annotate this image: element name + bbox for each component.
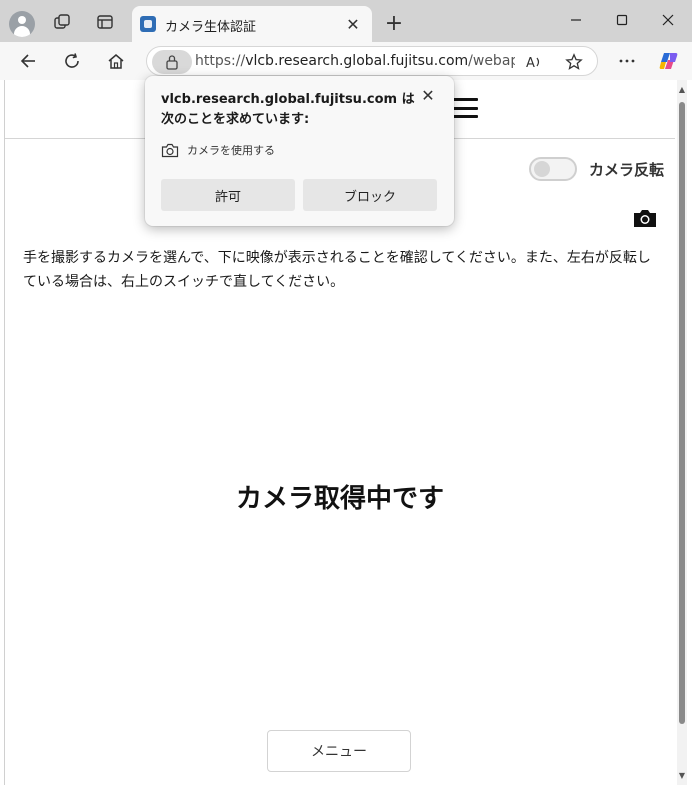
block-button[interactable]: ブロック [303,179,437,211]
window-close-icon[interactable] [645,5,691,35]
camera-flip-toggle-group: カメラ反転 [529,157,664,181]
menu-button[interactable]: メニュー [267,730,411,772]
maximize-icon[interactable] [599,5,645,35]
more-options-icon[interactable] [613,47,641,75]
camera-flip-label: カメラ反転 [589,160,665,179]
favorite-star-icon[interactable] [563,51,585,73]
address-bar[interactable]: https://vlcb.research.global.fujitsu.com… [146,46,598,76]
minimize-icon[interactable] [553,5,599,35]
active-tab[interactable]: カメラ生体認証 ✕ [132,6,372,42]
camera-status-text: カメラ取得中です [235,484,444,514]
profile-avatar-icon[interactable] [9,11,35,37]
read-aloud-icon[interactable]: A [523,51,545,73]
popup-title: vlcb.research.global.fujitsu.com は次のことを求… [161,92,415,127]
camera-icon[interactable] [632,208,658,228]
popup-close-icon[interactable]: ✕ [417,84,439,106]
instruction-text: 手を撮影するカメラを選んで、下に映像が表示されることを確認してください。また、左… [23,250,651,290]
back-arrow-icon[interactable] [14,47,42,75]
camera-outline-icon [161,143,179,157]
vertical-scrollbar[interactable]: ▲ ▼ [677,80,687,785]
tab-actions-icon[interactable] [91,8,119,36]
permission-row: カメラを使用する [161,142,275,158]
copilot-icon[interactable] [655,47,683,75]
scroll-up-icon[interactable]: ▲ [678,84,686,94]
scroll-thumb[interactable] [679,102,685,724]
hamburger-menu-icon[interactable] [452,98,478,118]
home-icon[interactable] [102,47,130,75]
browser-toolbar: https://vlcb.research.global.fujitsu.com… [0,42,692,80]
tab-title: カメラ生体認証 [165,20,257,35]
refresh-icon[interactable] [58,47,86,75]
workspaces-icon[interactable] [48,8,76,36]
svg-text:A: A [526,56,535,70]
permission-text: カメラを使用する [187,144,275,157]
url-text: https://vlcb.research.global.fujitsu.com… [195,53,515,69]
tab-close-icon[interactable]: ✕ [342,13,364,35]
lock-icon[interactable] [152,50,192,74]
site-favicon-icon [140,16,156,32]
allow-button[interactable]: 許可 [161,179,295,211]
title-bar: カメラ生体認証 ✕ + [0,0,692,42]
camera-permission-popup: vlcb.research.global.fujitsu.com は次のことを求… [145,76,454,226]
scroll-down-icon[interactable]: ▼ [678,770,686,780]
new-tab-icon[interactable]: + [381,10,407,36]
camera-flip-toggle[interactable] [529,157,577,181]
